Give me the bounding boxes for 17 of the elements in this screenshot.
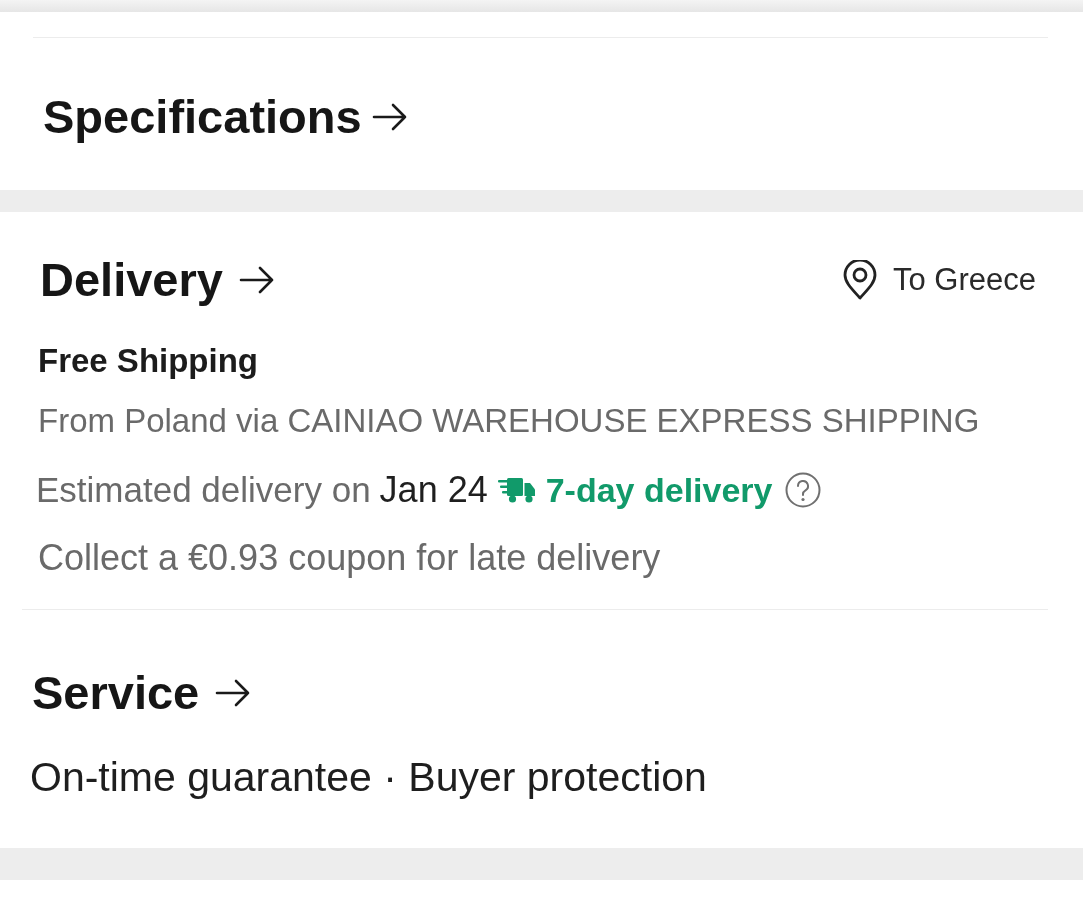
help-icon[interactable] [784, 472, 821, 508]
delivery-date: Jan 24 [379, 470, 488, 510]
coupon-note: Collect a €0.93 coupon for late delivery [38, 538, 661, 578]
delivery-speed-label: 7-day delivery [545, 470, 773, 510]
estimate-label: Estimated delivery on [36, 470, 371, 510]
delivery-link[interactable]: Delivery [40, 252, 275, 308]
shipping-label: Free Shipping [38, 341, 258, 381]
destination-button[interactable]: To Greece [843, 260, 1036, 300]
arrow-right-icon [238, 265, 275, 295]
truck-icon [497, 477, 536, 503]
service-link[interactable]: Service [32, 665, 252, 721]
shipping-route: From Poland via CAINIAO WAREHOUSE EXPRESS SHIPPING [38, 401, 980, 441]
specifications-link[interactable]: Specifications [43, 89, 408, 145]
arrow-right-icon [215, 678, 252, 708]
service-features: On-time guarantee · Buyer protection [30, 753, 707, 801]
location-pin-icon [843, 260, 877, 300]
arrow-right-icon [371, 102, 408, 132]
